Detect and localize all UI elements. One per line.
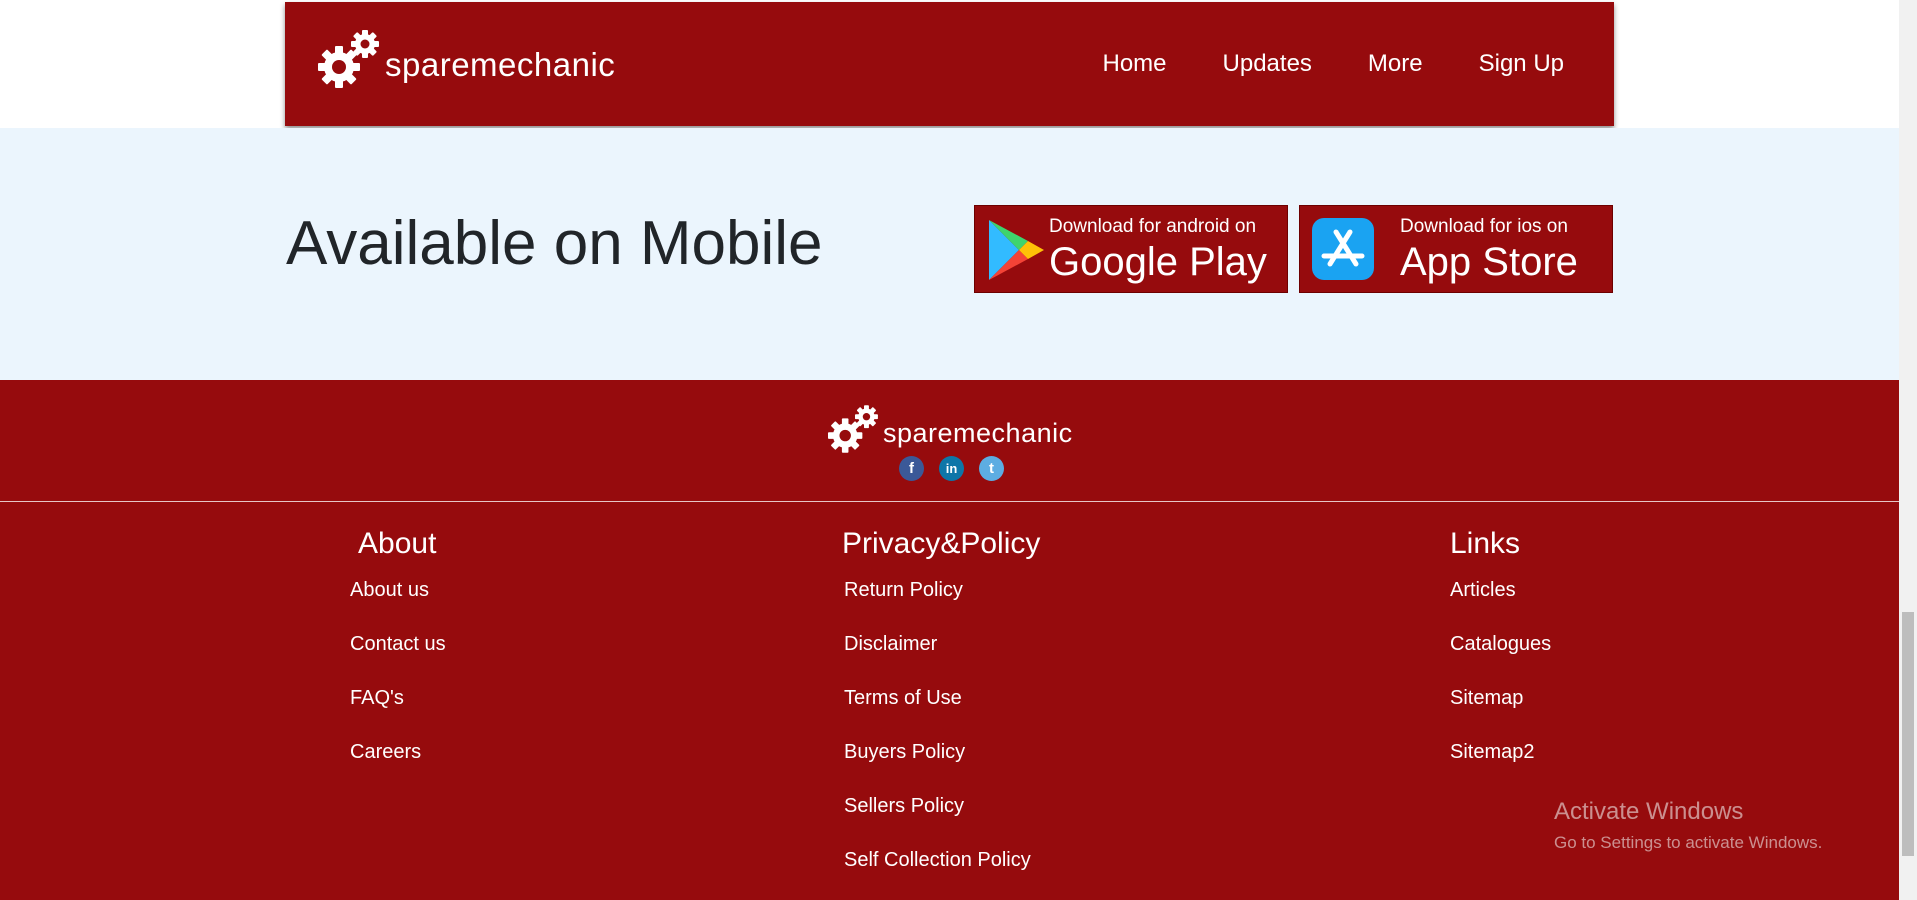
footer-link-terms-of-use[interactable]: Terms of Use xyxy=(844,687,962,709)
footer-link-about-us[interactable]: About us xyxy=(350,579,429,601)
app-store-caption: Download for ios on xyxy=(1400,216,1568,237)
google-play-button[interactable]: Download for android on Google Play xyxy=(974,205,1288,293)
footer-link-articles[interactable]: Articles xyxy=(1450,579,1516,601)
footer-link-sitemap[interactable]: Sitemap xyxy=(1450,687,1523,709)
linkedin-icon[interactable]: in xyxy=(939,456,964,481)
app-store-icon xyxy=(1312,218,1374,280)
footer-link-self-collection-policy[interactable]: Self Collection Policy xyxy=(844,849,1031,871)
footer-link-sellers-policy[interactable]: Sellers Policy xyxy=(844,795,964,817)
footer-link-catalogues[interactable]: Catalogues xyxy=(1450,633,1551,655)
social-links: f in t xyxy=(899,456,1004,481)
footer-link-sitemap2[interactable]: Sitemap2 xyxy=(1450,741,1535,763)
app-store-button[interactable]: Download for ios on App Store xyxy=(1299,205,1613,293)
google-play-label: Google Play xyxy=(1049,240,1267,284)
footer-link-return-policy[interactable]: Return Policy xyxy=(844,579,963,601)
app-store-label: App Store xyxy=(1400,240,1578,284)
google-play-icon xyxy=(989,220,1044,280)
footer-link-disclaimer[interactable]: Disclaimer xyxy=(844,633,937,655)
twitter-icon[interactable]: t xyxy=(979,456,1004,481)
footer-link-contact-us[interactable]: Contact us xyxy=(350,633,446,655)
gears-icon xyxy=(318,30,379,88)
vertical-scrollbar[interactable] xyxy=(1899,0,1917,900)
header-logo-text: sparemechanic xyxy=(385,46,616,83)
site-header: sparemechanic Home Updates More Sign Up xyxy=(285,2,1614,126)
activate-windows-watermark: Activate Windows Go to Settings to activ… xyxy=(1554,798,1822,853)
footer-links-heading: Links xyxy=(1450,527,1521,560)
gears-icon xyxy=(828,405,878,453)
nav-home[interactable]: Home xyxy=(1103,50,1167,78)
header-logo[interactable]: sparemechanic xyxy=(315,26,615,92)
main-nav: Home Updates More Sign Up xyxy=(1103,2,1565,126)
watermark-title: Activate Windows xyxy=(1554,798,1744,825)
nav-sign-up[interactable]: Sign Up xyxy=(1479,50,1564,78)
watermark-subtitle: Go to Settings to activate Windows. xyxy=(1554,833,1823,852)
footer-column-privacy: Privacy&Policy Return Policy Disclaimer … xyxy=(842,527,1040,900)
footer-divider xyxy=(0,501,1899,502)
facebook-icon[interactable]: f xyxy=(899,456,924,481)
mobile-section-title: Available on Mobile xyxy=(286,209,823,278)
nav-updates[interactable]: Updates xyxy=(1223,50,1312,78)
footer-link-buyers-policy[interactable]: Buyers Policy xyxy=(844,741,965,763)
scrollbar-thumb[interactable] xyxy=(1902,612,1914,856)
footer-column-about: About About us Contact us FAQ's Careers xyxy=(350,527,446,795)
footer-logo[interactable]: sparemechanic xyxy=(825,402,1073,456)
mobile-apps-section: Available on Mobile Download for android… xyxy=(0,128,1899,380)
footer-link-faqs[interactable]: FAQ's xyxy=(350,687,404,709)
footer-link-careers[interactable]: Careers xyxy=(350,741,421,763)
footer-privacy-heading: Privacy&Policy xyxy=(842,527,1041,560)
footer-logo-text: sparemechanic xyxy=(883,417,1073,448)
google-play-caption: Download for android on xyxy=(1049,216,1257,237)
nav-more[interactable]: More xyxy=(1368,50,1423,78)
footer-about-heading: About xyxy=(358,527,437,560)
footer-column-links: Links Articles Catalogues Sitemap Sitema… xyxy=(1450,527,1551,795)
